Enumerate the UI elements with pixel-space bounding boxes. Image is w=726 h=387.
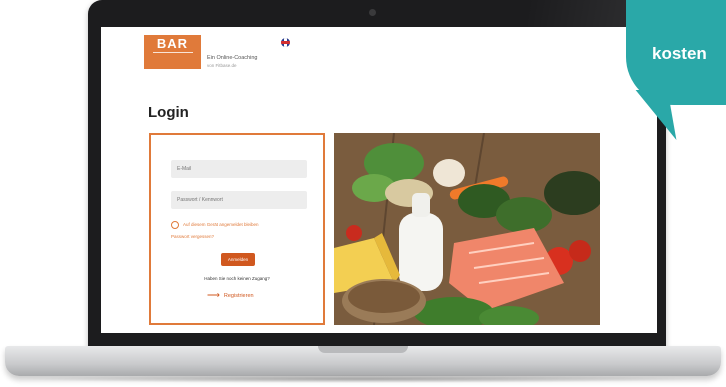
speech-bubble-text: kosten	[652, 44, 707, 63]
login-button[interactable]: Anmelden	[221, 253, 255, 266]
login-form: Auf diesem Gerät angemeldet bleiben Pass…	[149, 133, 325, 325]
page-title: Login	[148, 104, 189, 121]
remember-me-label: Auf diesem Gerät angemeldet bleiben	[183, 222, 259, 228]
register-link[interactable]: ⟶ Registrieren	[207, 290, 254, 301]
healthy-food-photo	[334, 133, 600, 325]
uk-flag-icon[interactable]	[281, 38, 290, 47]
checkbox-icon[interactable]	[171, 221, 179, 229]
food-illustration	[334, 133, 600, 325]
laptop-notch	[318, 346, 408, 353]
logo-text: BAR	[156, 36, 189, 51]
forgot-password-link[interactable]: Passwort vergessen?	[171, 234, 214, 239]
logo-underline	[152, 52, 193, 53]
webcam-icon	[369, 9, 376, 16]
password-input[interactable]	[171, 191, 307, 209]
register-label: Registrieren	[223, 292, 254, 299]
tagline-main: Ein Online-Coaching	[207, 55, 258, 61]
tagline-sub: von Fitbase.de	[207, 63, 237, 68]
tagline: Ein Online-Coaching von Fitbase.de	[207, 55, 257, 69]
no-access-text: Haben Sie noch keinen Zugang?	[204, 276, 270, 281]
laptop-shadow	[20, 375, 706, 383]
brand-logo[interactable]: BAR	[144, 35, 201, 69]
browser-screen: BAR Ein Online-Coaching von Fitbase.de L…	[101, 27, 657, 333]
email-input[interactable]	[171, 160, 307, 178]
remember-me-checkbox[interactable]: Auf diesem Gerät angemeldet bleiben	[171, 221, 259, 229]
arrow-right-icon: ⟶	[207, 290, 220, 300]
